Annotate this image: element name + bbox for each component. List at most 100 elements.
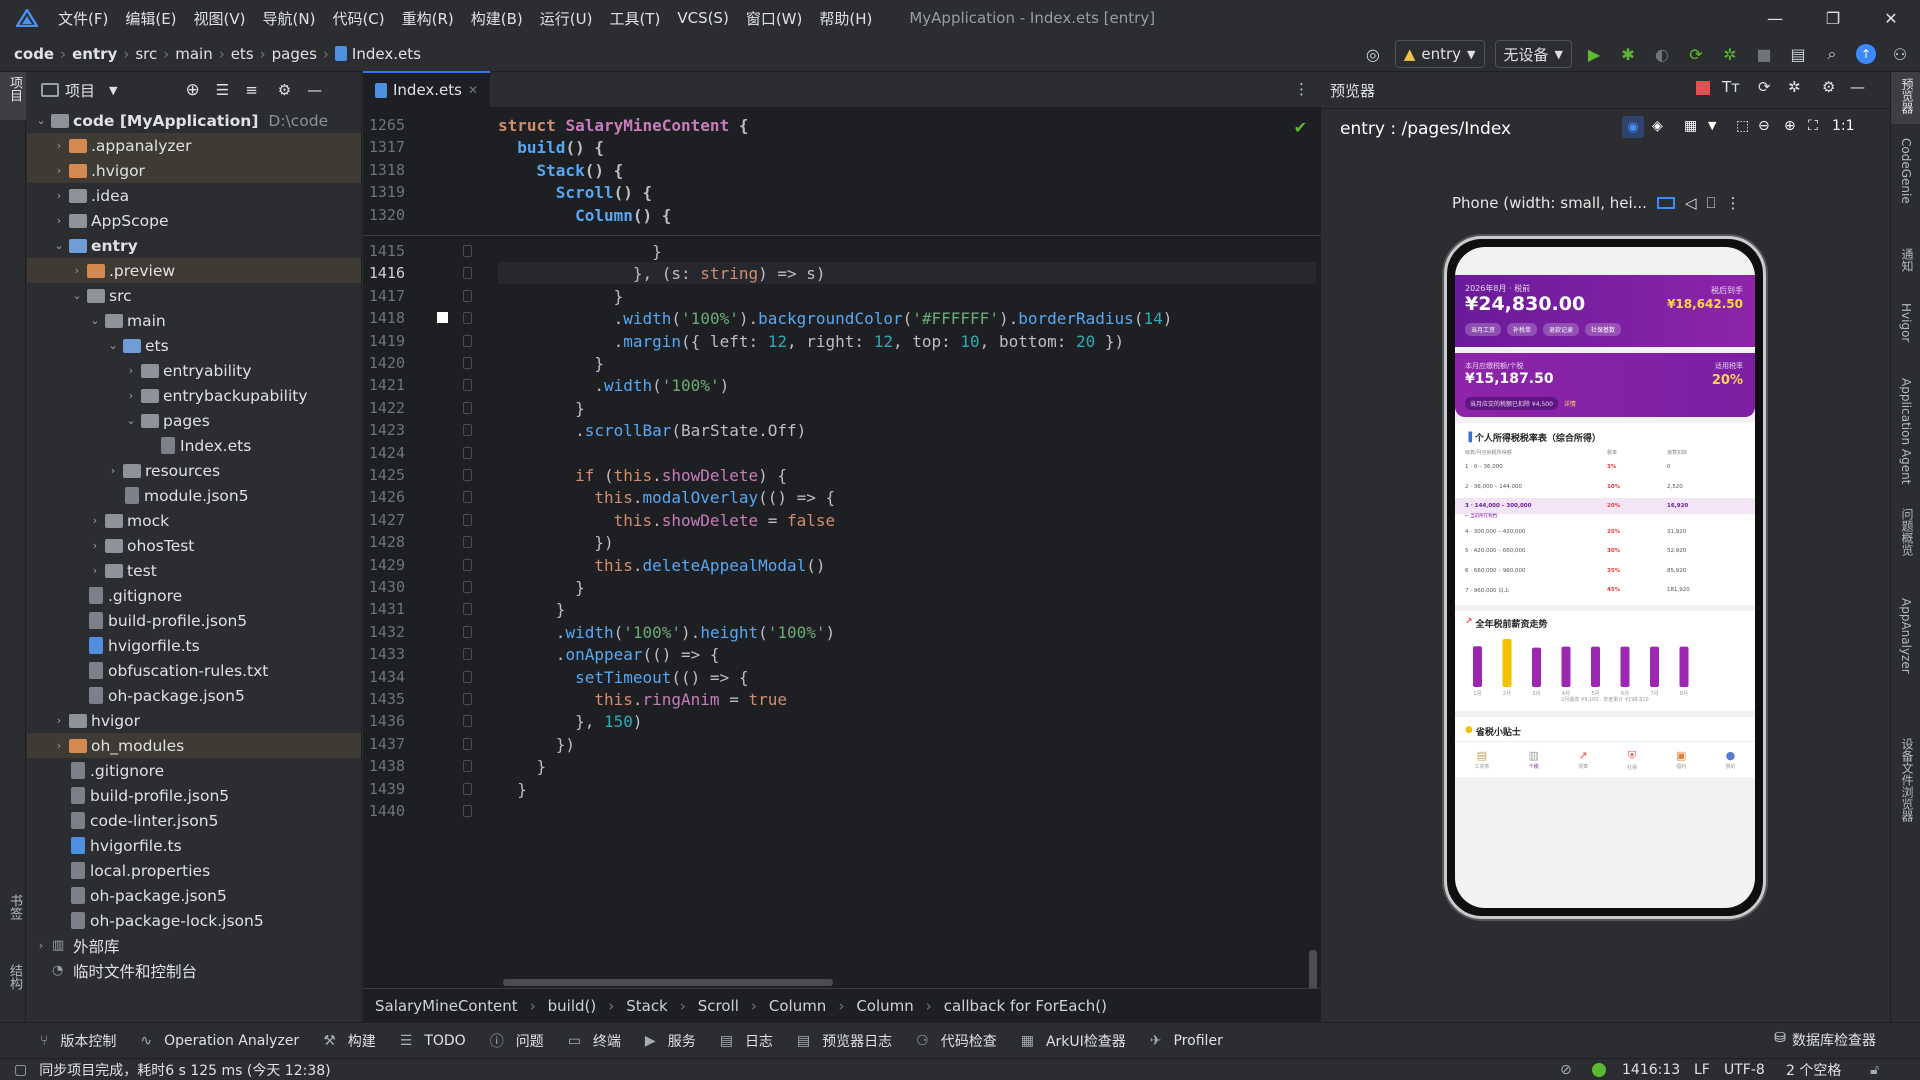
project-structure-icon[interactable]: ▤ — [1786, 42, 1810, 66]
breadcrumb-item[interactable]: main — [175, 45, 212, 63]
fit-icon[interactable]: ⬚ — [1736, 118, 1749, 134]
code-area[interactable]: struct SalaryMineContent { build() { Sta… — [363, 108, 1321, 988]
app-nav-item[interactable]: ▣ 福利 — [1676, 749, 1686, 770]
bookmarks-stripe-label[interactable]: 书签 — [5, 894, 24, 920]
chevron-right-icon[interactable]: › — [51, 189, 67, 202]
code-line[interactable]: }, (s: string) => s) — [498, 264, 826, 283]
sticky-code-line[interactable]: Stack() { — [498, 161, 624, 180]
chevron-right-icon[interactable]: › — [69, 264, 85, 277]
menu-item[interactable]: 代码(C) — [332, 8, 384, 29]
menu-item[interactable]: 导航(N) — [263, 8, 316, 29]
chevron-down-icon[interactable]: ⌄ — [51, 239, 67, 252]
chevron-down-icon[interactable]: ⌄ — [69, 289, 85, 302]
bottom-tool-button[interactable]: ▤ 日志 — [720, 1031, 773, 1051]
fold-marker-icon[interactable] — [463, 267, 472, 280]
fold-marker-icon[interactable] — [463, 446, 472, 459]
bottom-tool-button[interactable]: ▦ ArkUI检查器 — [1021, 1031, 1126, 1051]
bottom-tool-button[interactable]: ∿ Operation Analyzer — [140, 1033, 299, 1049]
tree-item[interactable]: › mock — [27, 508, 361, 533]
sticky-code-line[interactable]: Column() { — [498, 206, 671, 225]
code-line[interactable]: .width('100%').height('100%') — [498, 623, 835, 642]
more-icon[interactable]: ⋮ — [1294, 80, 1309, 98]
code-line[interactable]: } — [498, 287, 624, 306]
tree-item[interactable]: › entrybackupability — [27, 383, 361, 408]
menu-item[interactable]: 帮助(H) — [819, 8, 872, 29]
fold-marker-icon[interactable] — [463, 379, 472, 392]
code-line[interactable]: }, 150) — [498, 712, 642, 731]
tree-item[interactable]: › .preview — [27, 258, 361, 283]
sticky-code-line[interactable]: build() { — [498, 138, 604, 157]
breadcrumb-item[interactable]: entry — [72, 45, 117, 63]
code-line[interactable]: } — [498, 354, 604, 373]
fold-marker-icon[interactable] — [463, 670, 472, 683]
tree-item[interactable]: › .appanalyzer — [27, 133, 361, 158]
tree-item[interactable]: ⌄ src — [27, 283, 361, 308]
bottom-tool-button[interactable]: ⑂ 版本控制 — [40, 1031, 116, 1051]
db-inspector-button[interactable]: ⛁ 数据库检查器 — [1774, 1030, 1876, 1050]
collapse-all-icon[interactable]: ≡ — [245, 81, 258, 99]
fullscreen-icon[interactable]: ⛶ — [1808, 118, 1818, 134]
chevron-down-icon[interactable]: ⌄ — [105, 339, 121, 352]
right-stripe-item[interactable]: Hvigor — [1891, 297, 1920, 352]
tree-item[interactable]: ⌄ pages — [27, 408, 361, 433]
fold-marker-icon[interactable] — [463, 737, 472, 750]
tree-item[interactable]: ⌄ code [MyApplication] D:\code — [27, 108, 361, 133]
tree-item[interactable]: build-profile.json5 — [27, 608, 361, 633]
locate-icon[interactable]: ⊕ — [185, 80, 199, 100]
inspector-icon[interactable]: ✲ — [1788, 78, 1801, 96]
target-icon[interactable]: ◎ — [1361, 42, 1385, 66]
tree-item[interactable]: ⌄ main — [27, 308, 361, 333]
fold-marker-icon[interactable] — [463, 536, 472, 549]
chevron-right-icon[interactable]: › — [51, 139, 67, 152]
tree-item[interactable]: › resources — [27, 458, 361, 483]
run-icon[interactable]: ▶ — [1582, 42, 1606, 66]
settings-icon[interactable]: ⚙ — [1822, 78, 1835, 96]
reload-icon[interactable]: ⟳ — [1684, 42, 1708, 66]
tree-item[interactable]: › ohosTest — [27, 533, 361, 558]
code-crumb[interactable]: callback for ForEach() — [944, 997, 1107, 1015]
tree-item[interactable]: obfuscation-rules.txt — [27, 658, 361, 683]
tree-item[interactable]: .gitignore — [27, 758, 361, 783]
rotate-icon[interactable]: ⎕ — [1707, 194, 1716, 212]
tree-item[interactable]: ⌄ entry — [27, 233, 361, 258]
breadcrumb-item[interactable]: src — [135, 45, 157, 63]
code-crumb[interactable]: Scroll — [698, 997, 739, 1015]
hero-chip[interactable]: 当月工资 — [1465, 323, 1502, 336]
code-line[interactable]: }) — [498, 735, 575, 754]
bottom-tool-button[interactable]: ✈ Profiler — [1150, 1033, 1223, 1049]
code-crumb[interactable]: build() — [548, 997, 597, 1015]
panel-toggle-icon[interactable]: ▢ — [14, 1062, 27, 1078]
menu-item[interactable]: 视图(V) — [194, 8, 246, 29]
fold-marker-icon[interactable] — [463, 334, 472, 347]
stop-preview-icon[interactable] — [1696, 81, 1710, 95]
fold-marker-icon[interactable] — [463, 625, 472, 638]
code-crumb[interactable]: Column — [856, 997, 913, 1015]
hero-chip[interactable]: 补税单 — [1507, 323, 1538, 336]
fold-marker-icon[interactable] — [463, 805, 472, 817]
code-line[interactable]: } — [498, 757, 547, 776]
fold-marker-icon[interactable] — [463, 558, 472, 571]
fold-marker-icon[interactable] — [463, 424, 472, 437]
fold-marker-icon[interactable] — [463, 513, 472, 526]
account-icon[interactable]: ⚇ — [1888, 42, 1912, 66]
menu-item[interactable]: 构建(B) — [471, 8, 523, 29]
expand-all-icon[interactable]: ☰ — [216, 81, 229, 99]
tree-item[interactable]: › entryability — [27, 358, 361, 383]
project-panel-title[interactable]: 项目 — [65, 80, 95, 101]
fold-marker-icon[interactable] — [463, 782, 472, 795]
tree-item[interactable]: code-linter.json5 — [27, 808, 361, 833]
stop-icon[interactable]: ■ — [1752, 42, 1776, 66]
fold-marker-icon[interactable] — [463, 603, 472, 616]
chevron-right-icon[interactable]: › — [51, 214, 67, 227]
right-stripe-item[interactable]: 通知 — [1891, 242, 1920, 282]
fold-marker-icon[interactable] — [463, 648, 472, 661]
tree-item[interactable]: oh-package.json5 — [27, 683, 361, 708]
chevron-down-icon[interactable]: ▼ — [1708, 119, 1716, 132]
tree-item[interactable]: › hvigor — [27, 708, 361, 733]
breadcrumb-item[interactable]: ets — [231, 45, 254, 63]
layers-icon[interactable]: ◈ — [1652, 118, 1663, 134]
code-line[interactable]: } — [498, 578, 585, 597]
tree-item[interactable]: module.json5 — [27, 483, 361, 508]
bottom-tool-button[interactable]: ▭ 终端 — [568, 1031, 621, 1051]
chevron-down-icon[interactable]: ⌄ — [123, 414, 139, 427]
